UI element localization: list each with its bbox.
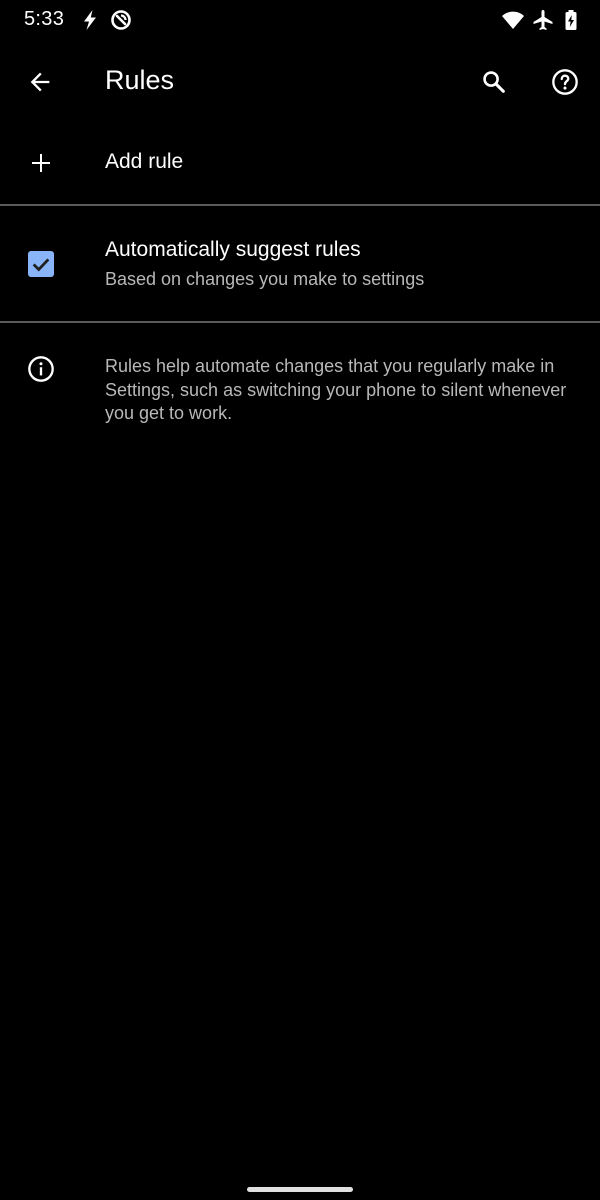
suggest-rules-checkbox[interactable] [28, 251, 54, 277]
battery-charging-icon [559, 8, 583, 32]
status-time: 5:33 [24, 8, 65, 30]
suggest-rules-row[interactable]: Automatically suggest rules Based on cha… [0, 206, 600, 321]
info-text: Rules help automate changes that you reg… [105, 356, 567, 423]
suggest-rules-subtitle: Based on changes you make to settings [105, 269, 425, 289]
checkmark-icon [32, 258, 50, 272]
suggest-rules-title: Automatically suggest rules [105, 238, 361, 261]
wifi-icon [501, 8, 525, 32]
toolbar: Rules [0, 42, 600, 122]
help-button[interactable] [541, 58, 589, 106]
add-rule-row[interactable]: Add rule [0, 122, 600, 204]
page-title: Rules [105, 65, 175, 95]
divider [0, 321, 600, 323]
help-icon [552, 69, 578, 95]
flash-icon [78, 8, 102, 32]
add-rule-label: Add rule [105, 150, 184, 173]
data-saver-icon [109, 8, 133, 32]
arrow-back-icon [30, 72, 50, 92]
gesture-navigation-bar[interactable] [247, 1187, 353, 1192]
airplane-mode-icon [531, 8, 555, 32]
status-bar: 5:33 [0, 0, 600, 42]
back-button[interactable] [16, 58, 64, 106]
search-button[interactable] [470, 58, 518, 106]
search-icon [483, 71, 505, 93]
info-icon [26, 354, 56, 384]
checkbox-container [26, 249, 56, 279]
plus-icon [26, 148, 56, 178]
